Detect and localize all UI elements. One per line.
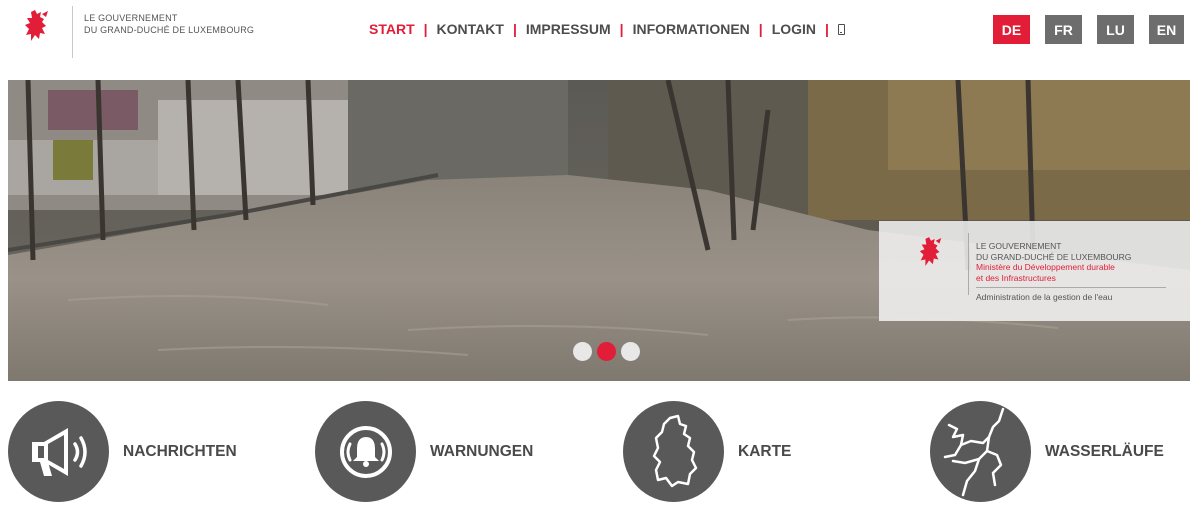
- tile-nachrichten-label[interactable]: NACHRICHTEN: [123, 443, 237, 461]
- slider-dot-2[interactable]: [597, 342, 616, 361]
- luxembourg-map-icon: [652, 414, 697, 487]
- tile-warnungen[interactable]: WARNUNGEN: [315, 401, 533, 502]
- ministry-line3: Ministère du Développement durable: [976, 262, 1115, 272]
- government-name-line1: LE GOUVERNEMENT: [84, 13, 178, 23]
- tile-warnungen-circle[interactable]: [315, 401, 416, 502]
- lang-fr-button[interactable]: FR: [1045, 15, 1082, 44]
- tile-warnungen-label[interactable]: WARNUNGEN: [430, 443, 533, 461]
- hero-slider[interactable]: LE GOUVERNEMENT DU GRAND-DUCHÉ DE LUXEMB…: [8, 80, 1190, 381]
- nav-informationen[interactable]: INFORMATIONEN: [633, 21, 750, 37]
- ministry-text: LE GOUVERNEMENT DU GRAND-DUCHÉ DE LUXEMB…: [976, 241, 1131, 283]
- logo-divider: [72, 6, 73, 58]
- slider-dot-3[interactable]: [621, 342, 640, 361]
- ministry-divider: [968, 233, 969, 295]
- nav-separator: |: [423, 21, 428, 37]
- ministry-lion-icon: [919, 237, 942, 266]
- tile-karte-circle[interactable]: [623, 401, 724, 502]
- language-switcher: DE FR LU EN: [993, 15, 1184, 44]
- tile-wasserlaeufe-label[interactable]: WASSERLÄUFE: [1045, 443, 1164, 461]
- nav-start[interactable]: START: [369, 21, 415, 37]
- tile-wasserlaeufe[interactable]: WASSERLÄUFE: [930, 401, 1164, 502]
- ministry-line2: DU GRAND-DUCHÉ DE LUXEMBOURG: [976, 251, 1132, 262]
- slider-dot-1[interactable]: [573, 342, 592, 361]
- nav-kontakt[interactable]: KONTAKT: [437, 21, 504, 37]
- nav-separator: |: [825, 21, 829, 37]
- mobile-version-link[interactable]: [837, 21, 845, 37]
- nav-impressum[interactable]: IMPRESSUM: [526, 21, 611, 37]
- site-header: LE GOUVERNEMENT DU GRAND-DUCHÉ DE LUXEMB…: [0, 0, 1190, 66]
- megaphone-icon: [31, 427, 87, 476]
- nav-separator: |: [512, 21, 517, 37]
- tile-wasserlaeufe-circle[interactable]: [930, 401, 1031, 502]
- lang-de-button[interactable]: DE: [993, 15, 1030, 44]
- slider-dots: [573, 342, 645, 361]
- tile-nachrichten[interactable]: NACHRICHTEN: [8, 401, 237, 502]
- tile-nachrichten-circle[interactable]: [8, 401, 109, 502]
- alarm-bell-icon: [339, 425, 392, 478]
- watercourses-icon: [943, 407, 1004, 496]
- ministry-logo-card: LE GOUVERNEMENT DU GRAND-DUCHÉ DE LUXEMB…: [879, 221, 1190, 321]
- ministry-line1: LE GOUVERNEMENT: [976, 241, 1062, 251]
- nav-login[interactable]: LOGIN: [772, 21, 816, 37]
- luxembourg-lion-logo-icon[interactable]: [22, 8, 52, 44]
- ministry-admin: Administration de la gestion de l'eau: [976, 292, 1113, 302]
- government-name[interactable]: LE GOUVERNEMENT DU GRAND-DUCHÉ DE LUXEMB…: [84, 12, 254, 36]
- lang-lu-button[interactable]: LU: [1097, 15, 1134, 44]
- tile-karte[interactable]: KARTE: [623, 401, 791, 502]
- government-name-line2: DU GRAND-DUCHÉ DE LUXEMBOURG: [84, 25, 255, 35]
- nav-separator: |: [758, 21, 763, 37]
- main-nav: START | KONTAKT | IMPRESSUM | INFORMATIO…: [369, 21, 845, 37]
- mobile-phone-icon: [837, 24, 845, 35]
- tile-karte-label[interactable]: KARTE: [738, 443, 791, 461]
- ministry-line4: et des Infrastructures: [976, 272, 1056, 283]
- ministry-rule: [976, 287, 1166, 288]
- lang-en-button[interactable]: EN: [1149, 15, 1184, 44]
- nav-separator: |: [619, 21, 624, 37]
